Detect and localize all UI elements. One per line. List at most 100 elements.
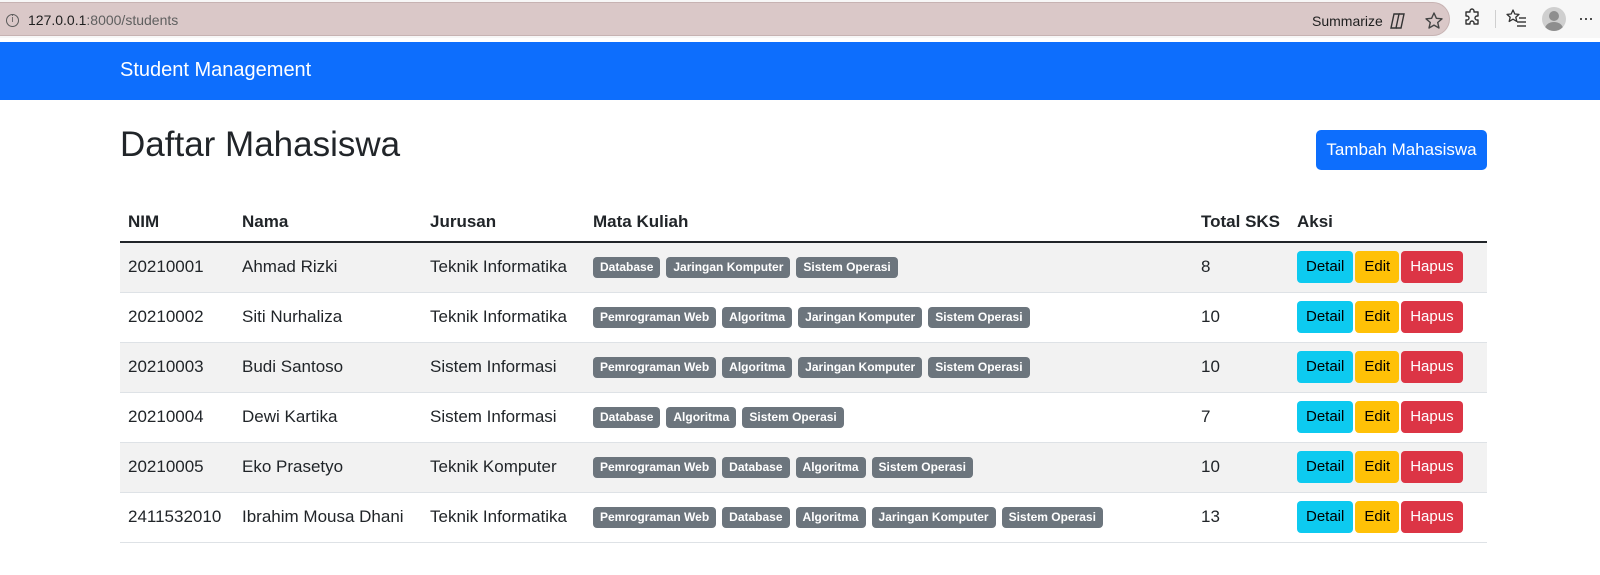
cell-jurusan: Sistem Informasi <box>422 342 585 393</box>
column-header-aksi: Aksi <box>1289 202 1487 243</box>
cell-nama: Dewi Kartika <box>234 392 422 443</box>
cell-nama: Budi Santoso <box>234 342 422 393</box>
column-header-total-sks: Total SKS <box>1193 202 1289 243</box>
cell-mata-kuliah: Pemrograman Web Database Algoritma Sistem O… <box>585 442 1193 493</box>
extensions-icon[interactable] <box>1462 8 1482 28</box>
table-body: 20210001 Ahmad Rizki Teknik Informatika Dat… <box>120 242 1487 543</box>
course-badge: Database <box>593 407 661 428</box>
cell-mata-kuliah: Pemrograman Web Database Algoritma Jaringan… <box>585 492 1193 543</box>
course-badge: Pemrograman Web <box>593 307 717 328</box>
cell-jurusan: Teknik Komputer <box>422 442 585 493</box>
course-badge: Algoritma <box>722 357 793 378</box>
table-row: 20210004 Dewi Kartika Sistem Informasi Data… <box>120 392 1487 443</box>
copilot-icon[interactable] <box>1389 12 1407 30</box>
column-header-nim: NIM <box>120 202 234 243</box>
summarize-button[interactable]: Summarize <box>1312 13 1383 29</box>
detail-button[interactable]: Detail <box>1297 251 1354 284</box>
cell-total-sks: 10 <box>1193 292 1289 343</box>
course-badge: Algoritma <box>795 507 866 528</box>
cell-jurusan: Teknik Informatika <box>422 292 585 343</box>
table-header-row: NIM Nama Jurusan Mata Kuliah Total SKS A… <box>120 202 1487 243</box>
course-badge: Jaringan Komputer <box>798 307 923 328</box>
course-badge: Algoritma <box>666 407 737 428</box>
course-badge: Pemrograman Web <box>593 357 717 378</box>
course-badge: Sistem Operasi <box>796 257 898 279</box>
cell-aksi: Detail Edit Hapus <box>1289 442 1487 493</box>
detail-button[interactable]: Detail <box>1297 401 1354 433</box>
table-row: 20210005 Eko Prasetyo Teknik Komputer Pemro… <box>120 442 1487 493</box>
favorite-star-icon[interactable] <box>1424 11 1444 31</box>
cell-total-sks: 10 <box>1193 342 1289 393</box>
cell-nim: 20210003 <box>120 342 234 393</box>
cell-nama: Ahmad Rizki <box>234 242 422 293</box>
cell-total-sks: 10 <box>1193 442 1289 493</box>
edit-button[interactable]: Edit <box>1355 401 1400 433</box>
detail-button[interactable]: Detail <box>1297 451 1354 483</box>
browser-toolbar: i 127.0.0.1:8000/students Summarize ··· <box>0 0 1600 38</box>
address-bar[interactable]: i 127.0.0.1:8000/students Summarize <box>0 2 1450 36</box>
cell-aksi: Detail Edit Hapus <box>1289 292 1487 343</box>
cell-total-sks: 8 <box>1193 242 1289 293</box>
cell-nim: 20210004 <box>120 392 234 443</box>
detail-button[interactable]: Detail <box>1297 351 1354 383</box>
course-badge: Algoritma <box>722 307 793 328</box>
column-header-mata-kuliah: Mata Kuliah <box>585 202 1193 243</box>
hapus-button[interactable]: Hapus <box>1401 301 1463 333</box>
add-student-button[interactable]: Tambah Mahasiswa <box>1316 130 1487 170</box>
cell-nama: Ibrahim Mousa Dhani <box>234 492 422 543</box>
course-badge: Jaringan Komputer <box>871 507 996 528</box>
hapus-button[interactable]: Hapus <box>1401 501 1463 533</box>
toolbar-separator <box>1495 10 1496 28</box>
cell-mata-kuliah: Database Jaringan Komputer Sistem Operasi <box>585 242 1193 293</box>
favorites-list-icon[interactable] <box>1505 8 1527 28</box>
url-host: 127.0.0.1 <box>28 12 87 28</box>
edit-button[interactable]: Edit <box>1355 351 1400 383</box>
course-badge: Jaringan Komputer <box>798 357 923 378</box>
cell-nim: 20210001 <box>120 242 234 293</box>
hapus-button[interactable]: Hapus <box>1401 401 1463 433</box>
edit-button[interactable]: Edit <box>1355 301 1400 333</box>
url-text[interactable]: 127.0.0.1:8000/students <box>28 12 178 28</box>
cell-nama: Siti Nurhaliza <box>234 292 422 343</box>
edit-button[interactable]: Edit <box>1355 501 1400 533</box>
course-badge: Database <box>593 257 661 279</box>
url-path: :8000/students <box>86 12 179 28</box>
edit-button[interactable]: Edit <box>1355 451 1400 483</box>
navbar-brand[interactable]: Student Management <box>120 59 311 82</box>
page-title: Daftar Mahasiswa <box>120 125 401 164</box>
cell-mata-kuliah: Database Algoritma Sistem Operasi <box>585 392 1193 443</box>
profile-avatar[interactable] <box>1542 7 1566 31</box>
cell-aksi: Detail Edit Hapus <box>1289 392 1487 443</box>
table-row: 20210003 Budi Santoso Sistem Informasi Pemr… <box>120 342 1487 393</box>
cell-jurusan: Teknik Informatika <box>422 242 585 293</box>
course-badge: Jaringan Komputer <box>666 257 791 279</box>
course-badge: Sistem Operasi <box>1001 507 1103 528</box>
course-badge: Pemrograman Web <box>593 457 717 478</box>
navbar: Student Management <box>0 42 1600 100</box>
cell-nama: Eko Prasetyo <box>234 442 422 493</box>
course-badge: Algoritma <box>795 457 866 478</box>
cell-aksi: Detail Edit Hapus <box>1289 342 1487 393</box>
edit-button[interactable]: Edit <box>1355 251 1400 284</box>
detail-button[interactable]: Detail <box>1297 301 1354 333</box>
column-header-nama: Nama <box>234 202 422 243</box>
site-info-icon[interactable]: i <box>6 14 19 27</box>
course-badge: Database <box>722 457 790 478</box>
course-badge: Sistem Operasi <box>928 307 1030 328</box>
hapus-button[interactable]: Hapus <box>1401 451 1463 483</box>
hapus-button[interactable]: Hapus <box>1401 251 1463 284</box>
cell-jurusan: Teknik Informatika <box>422 492 585 543</box>
cell-mata-kuliah: Pemrograman Web Algoritma Jaringan Kompute… <box>585 342 1193 393</box>
hapus-button[interactable]: Hapus <box>1401 351 1463 383</box>
cell-nim: 20210005 <box>120 442 234 493</box>
cell-mata-kuliah: Pemrograman Web Algoritma Jaringan Kompute… <box>585 292 1193 343</box>
course-badge: Pemrograman Web <box>593 507 717 528</box>
cell-total-sks: 7 <box>1193 392 1289 443</box>
course-badge: Sistem Operasi <box>928 357 1030 378</box>
course-badge: Sistem Operasi <box>742 407 844 428</box>
course-badge: Sistem Operasi <box>871 457 973 478</box>
more-options-icon[interactable]: ··· <box>1578 8 1594 29</box>
detail-button[interactable]: Detail <box>1297 501 1354 533</box>
table-row: 20210002 Siti Nurhaliza Teknik Informatika… <box>120 292 1487 343</box>
cell-aksi: Detail Edit Hapus <box>1289 242 1487 293</box>
